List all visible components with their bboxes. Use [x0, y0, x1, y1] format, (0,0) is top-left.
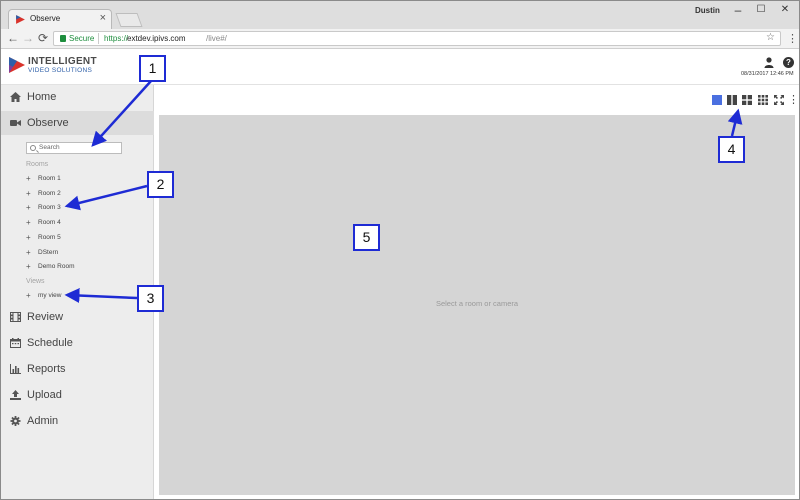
- nine-grid-layout-icon[interactable]: [758, 95, 768, 105]
- app-favicon-icon: [16, 15, 25, 24]
- home-icon: [10, 92, 21, 102]
- sidebar-item-label: Schedule: [27, 337, 73, 349]
- sidebar-item-label: Upload: [27, 389, 62, 401]
- two-column-layout-icon[interactable]: [727, 95, 737, 105]
- tab-close-icon[interactable]: ×: [100, 12, 106, 24]
- sidebar-item-label: Admin: [27, 415, 59, 427]
- search-placeholder: Search: [39, 144, 60, 151]
- callout-1: 1: [139, 55, 166, 82]
- sidebar-item-schedule[interactable]: Schedule: [1, 331, 154, 355]
- room-label: Demo Room: [38, 263, 75, 270]
- plus-icon: +: [26, 218, 31, 227]
- callout-5: 5: [353, 224, 380, 251]
- sidebar-item-home[interactable]: Home: [1, 85, 154, 109]
- sidebar-item-label: Observe: [27, 117, 69, 129]
- sidebar-item-observe[interactable]: Observe: [1, 111, 154, 135]
- secure-label: Secure: [69, 34, 95, 43]
- room-label: Room 2: [38, 190, 61, 197]
- sidebar-item-admin[interactable]: Admin: [1, 409, 154, 433]
- plus-icon: +: [26, 203, 31, 212]
- upload-icon: [10, 390, 21, 400]
- sidebar-item-label: Reports: [27, 363, 66, 375]
- more-options-icon[interactable]: ⋮: [788, 93, 799, 106]
- current-datetime: 08/31/2017 12:46 PM: [741, 71, 794, 77]
- plus-icon: +: [26, 248, 31, 257]
- plus-icon: +: [26, 262, 31, 271]
- room-label: Room 4: [38, 219, 61, 226]
- lock-icon: [60, 35, 66, 42]
- quad-layout-icon[interactable]: [742, 95, 752, 105]
- url-protocol: https://: [104, 34, 129, 43]
- ivs-logo-icon: [9, 57, 25, 73]
- help-icon[interactable]: ?: [783, 57, 794, 68]
- minimize-icon[interactable]: –: [728, 3, 748, 17]
- views-section-label: Views: [26, 278, 45, 285]
- video-camera-icon: [10, 120, 21, 126]
- plus-icon: +: [26, 189, 31, 198]
- empty-viewport-message: Select a room or camera: [435, 299, 519, 308]
- sidebar-item-label: Review: [27, 311, 64, 323]
- logo-text-line2: VIDEO SOLUTIONS: [28, 67, 93, 74]
- address-bar[interactable]: Secure https:// extdev.ipivs.com /live#/…: [53, 31, 781, 46]
- sidebar-item-upload[interactable]: Upload: [1, 383, 154, 407]
- logo-text-line1: INTELLIGENT: [28, 56, 97, 67]
- room-label: Room 5: [38, 234, 61, 241]
- gear-icon: [10, 416, 21, 426]
- sidebar: Home Observe Search Rooms + Room 1 + Roo…: [1, 85, 154, 499]
- browser-toolbar: ← → ⟳ Secure https:// extdev.ipivs.com /…: [1, 29, 799, 49]
- sidebar-item-label: Home: [27, 91, 57, 103]
- room-label: Room 1: [38, 175, 61, 182]
- calendar-icon: [10, 338, 21, 348]
- plus-icon: +: [26, 233, 31, 242]
- browser-window: Observe × Dustin – ☐ ✕ ← → ⟳ Secure http…: [0, 0, 800, 500]
- new-tab-button[interactable]: [115, 13, 143, 27]
- video-viewport[interactable]: Select a room or camera: [159, 115, 795, 495]
- bookmark-star-icon[interactable]: ☆: [766, 32, 775, 43]
- single-layout-icon[interactable]: [712, 95, 722, 105]
- room-label: Room 3: [38, 204, 61, 211]
- callout-2: 2: [147, 171, 174, 198]
- browser-menu-icon[interactable]: ⋮: [787, 32, 798, 45]
- film-icon: [10, 312, 21, 322]
- plus-icon: +: [26, 291, 31, 300]
- bar-chart-icon: [10, 364, 21, 374]
- sidebar-item-review[interactable]: Review: [1, 305, 154, 329]
- browser-profile-name[interactable]: Dustin: [695, 6, 720, 15]
- fullscreen-icon[interactable]: [774, 95, 784, 105]
- plus-icon: +: [26, 174, 31, 183]
- view-label: my view: [38, 292, 62, 299]
- url-host: extdev.ipivs.com: [127, 34, 186, 43]
- back-icon[interactable]: ←: [7, 31, 19, 45]
- rooms-section-label: Rooms: [26, 161, 49, 168]
- search-input[interactable]: Search: [26, 142, 122, 154]
- maximize-icon[interactable]: ☐: [751, 4, 771, 15]
- user-icon[interactable]: [764, 57, 774, 68]
- browser-titlebar: Observe × Dustin – ☐ ✕: [1, 1, 799, 29]
- browser-tab-observe[interactable]: Observe ×: [8, 9, 112, 29]
- room-label: DStern: [38, 249, 59, 256]
- callout-4: 4: [718, 136, 745, 163]
- sidebar-item-reports[interactable]: Reports: [1, 357, 154, 381]
- reload-icon[interactable]: ⟳: [38, 31, 48, 45]
- search-icon: [30, 145, 36, 151]
- forward-icon[interactable]: →: [22, 31, 34, 45]
- close-window-icon[interactable]: ✕: [775, 4, 795, 15]
- url-path: /live#/: [206, 34, 227, 43]
- tab-title: Observe: [30, 14, 61, 23]
- callout-3: 3: [137, 285, 164, 312]
- app-header: INTELLIGENT VIDEO SOLUTIONS ? 08/31/2017…: [1, 49, 799, 85]
